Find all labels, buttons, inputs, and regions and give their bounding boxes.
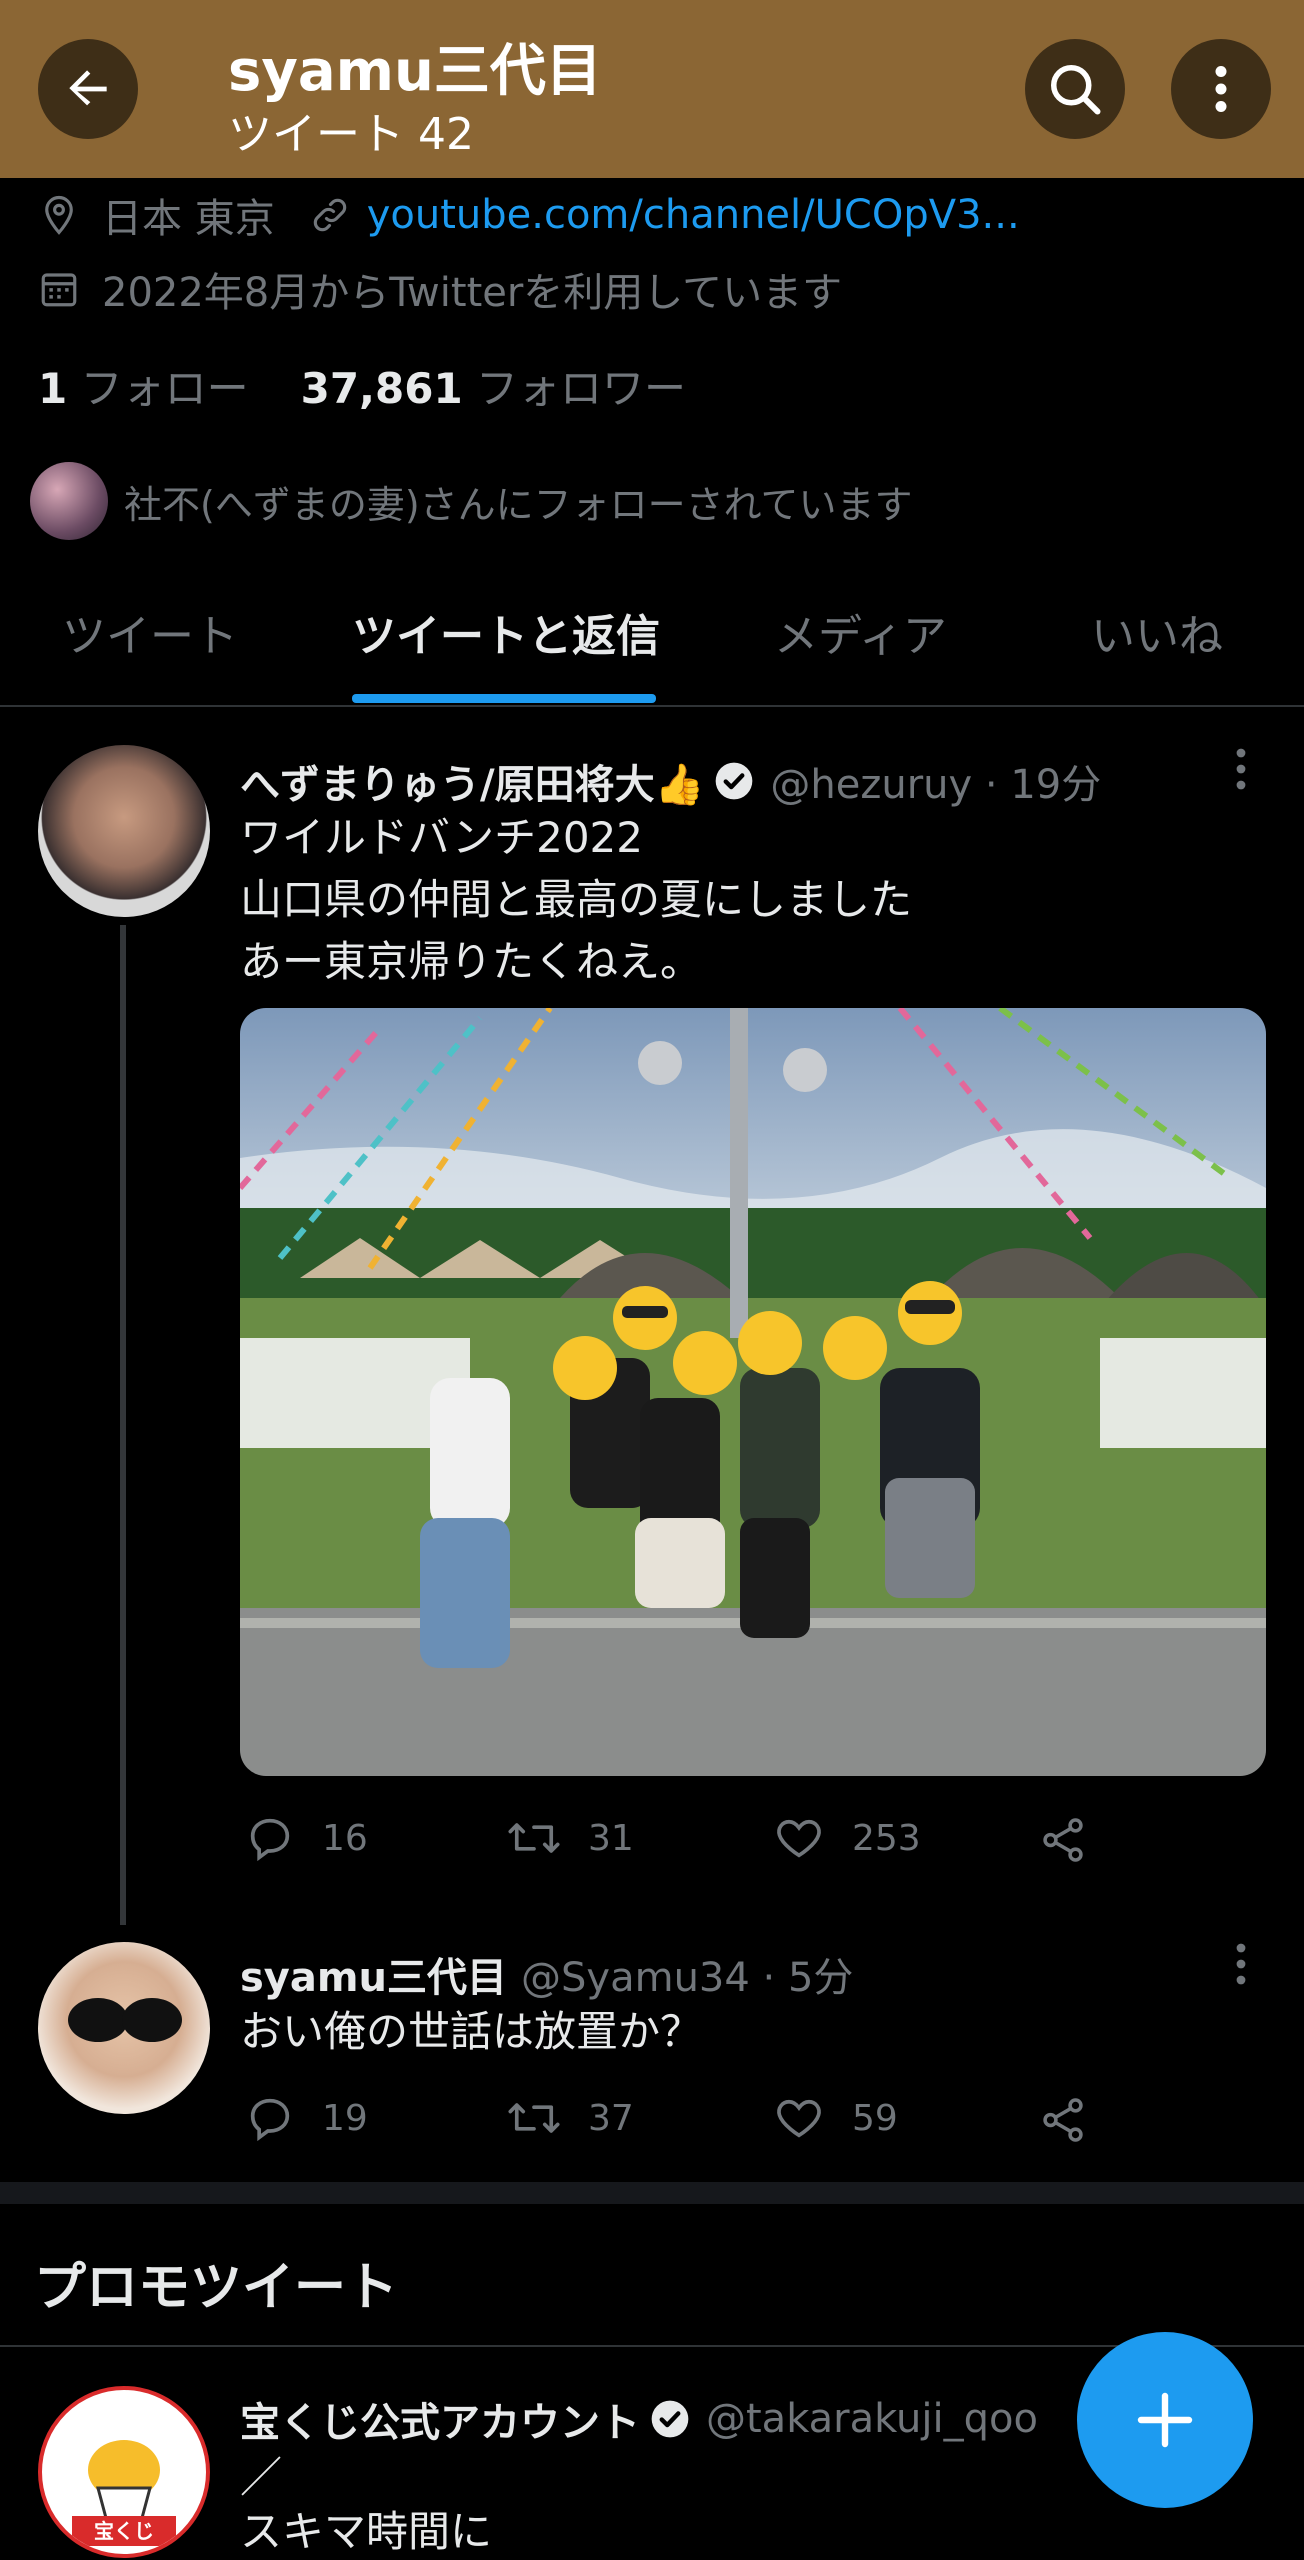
promo-handle: @takarakuji_qoo	[706, 2396, 1038, 2442]
back-button[interactable]	[38, 39, 138, 139]
retweet-action[interactable]: 31	[506, 1812, 634, 1864]
reply-icon	[250, 2098, 290, 2142]
festival-photo	[240, 1008, 1266, 1776]
following-count: 1	[38, 364, 68, 413]
top-app-bar: syamu三代目 ツイート 42	[0, 0, 1304, 178]
tab-media[interactable]: メディア	[774, 600, 947, 664]
link-icon	[313, 198, 346, 232]
retweet-count: 31	[588, 1817, 634, 1859]
plus-icon	[1137, 2392, 1193, 2448]
calendar-icon	[41, 273, 77, 307]
tweet-more-icon[interactable]	[1224, 745, 1258, 793]
retweet-action[interactable]: 37	[506, 2092, 634, 2144]
location-row: 日本 東京 youtube.com/channel/UCOpV3...	[38, 186, 1020, 244]
promoted-heading: プロモツイート	[34, 2258, 399, 2318]
tabs-divider	[0, 705, 1304, 707]
reply-icon	[250, 1818, 290, 1862]
tweet-author-avatar[interactable]	[38, 745, 210, 917]
reply-count: 16	[322, 1817, 368, 1859]
joined-row: 2022年8月からTwitterを利用しています	[38, 260, 842, 318]
search-icon	[1051, 65, 1101, 115]
heart-icon	[777, 2099, 821, 2138]
search-button[interactable]	[1025, 39, 1125, 139]
takarakuji-logo-icon: 宝くじ	[72, 2440, 176, 2546]
followed-by-row[interactable]: 社不(へずまの妻)さんにフォローされています	[30, 462, 913, 540]
tab-tweets[interactable]: ツイート	[62, 600, 238, 664]
like-count: 59	[852, 2097, 898, 2139]
tweet-text-line: ワイルドバンチ2022	[240, 813, 643, 862]
compose-tweet-button[interactable]	[1077, 2332, 1253, 2508]
retweet-count: 37	[588, 2097, 634, 2139]
followers-link[interactable]: 37,861 フォロワー	[301, 355, 686, 416]
follower-avatar	[30, 462, 108, 540]
retweet-icon	[508, 1823, 560, 1853]
reply-action[interactable]: 19	[244, 2092, 368, 2144]
share-icon[interactable]	[1038, 1815, 1088, 1865]
author-name[interactable]: syamu三代目	[240, 1945, 507, 2003]
followers-label: フォロワー	[476, 364, 687, 413]
location-text: 日本 東京	[102, 196, 275, 242]
author-handle-time: @Syamu34 · 5分	[521, 1955, 854, 2001]
more-options-button[interactable]	[1171, 39, 1271, 139]
verified-badge-icon	[651, 2400, 689, 2438]
following-label: フォロー	[80, 364, 249, 413]
retweet-icon	[508, 2103, 560, 2133]
active-tab-indicator	[352, 694, 656, 703]
share-icon[interactable]	[1038, 2095, 1088, 2145]
tweet-text-line: 山口県の仲間と最高の夏にしました	[240, 875, 913, 924]
thread-line	[120, 925, 126, 1925]
tab-tweets-and-replies[interactable]: ツイートと返信	[352, 600, 660, 664]
joined-text: 2022年8月からTwitterを利用しています	[102, 270, 843, 316]
promo-header: 宝くじ公式アカウント @takarakuji_qoo	[240, 2390, 1038, 2448]
followers-count: 37,861	[300, 364, 463, 413]
tweet-media-photo[interactable]	[240, 1008, 1266, 1776]
tab-likes[interactable]: いいね	[1091, 600, 1223, 664]
promo-text-line: ／	[240, 2453, 283, 2502]
like-action[interactable]: 253	[772, 1812, 921, 1864]
promo-divider	[0, 2345, 1304, 2347]
tweet-header: へずまりゅう/原田将大👍 @hezuruy · 19分	[240, 752, 1101, 810]
tweet-count: ツイート 42	[228, 109, 474, 160]
tweet-text-line: あー東京帰りたくねえ。	[240, 937, 703, 986]
website-link[interactable]: youtube.com/channel/UCOpV3...	[367, 192, 1020, 238]
logo-text: 宝くじ	[94, 2519, 154, 2543]
more-vertical-icon	[1215, 66, 1227, 112]
following-link[interactable]: 1 フォロー	[38, 355, 249, 416]
verified-badge-icon	[716, 762, 753, 800]
author-handle-time: @hezuruy · 19分	[770, 762, 1102, 808]
page-title: syamu三代目	[228, 39, 602, 104]
arrow-left-icon	[69, 70, 107, 106]
section-divider	[0, 2182, 1304, 2204]
tweet-more-icon[interactable]	[1224, 1940, 1258, 1988]
reply-author-avatar[interactable]	[38, 1942, 210, 2114]
followed-by-text: 社不(へずまの妻)さんにフォローされています	[124, 482, 913, 527]
location-pin-icon	[45, 195, 73, 235]
sunglasses-icon	[68, 1998, 182, 2042]
follow-stats: 1 フォロー 37,861 フォロワー	[38, 355, 686, 416]
tweet-text-line: おい俺の世話は放置か？	[240, 2007, 703, 2056]
reply-header: syamu三代目 @Syamu34 · 5分	[240, 1945, 853, 2003]
like-count: 253	[852, 1817, 921, 1859]
heart-icon	[777, 1819, 821, 1858]
promo-text-line: スキマ時間に	[240, 2507, 493, 2556]
promo-author-name[interactable]: 宝くじ公式アカウント	[240, 2390, 640, 2448]
like-action[interactable]: 59	[772, 2092, 898, 2144]
author-name[interactable]: へずまりゅう/原田将大👍	[240, 752, 704, 810]
promo-avatar[interactable]: 宝くじ	[38, 2386, 210, 2558]
reply-action[interactable]: 16	[244, 1812, 368, 1864]
reply-count: 19	[322, 2097, 368, 2139]
